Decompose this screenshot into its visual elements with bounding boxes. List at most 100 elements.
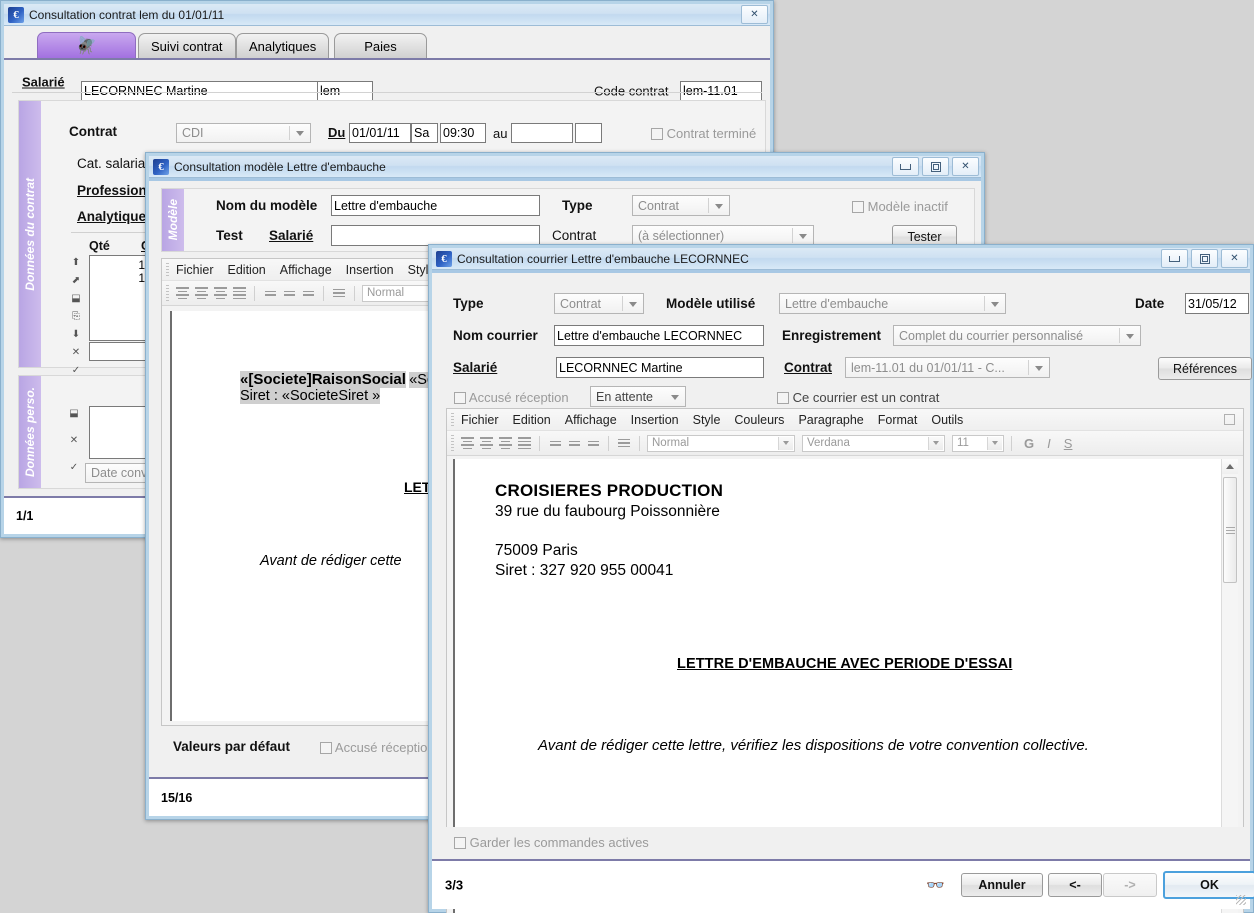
au-day-field[interactable]	[575, 123, 602, 143]
align-center-icon[interactable]	[478, 436, 494, 451]
test-salarie-label[interactable]: Salarié	[269, 228, 313, 243]
qte-input[interactable]	[89, 342, 149, 361]
ce-courrier-contrat-row[interactable]: Ce courrier est un contrat	[777, 390, 939, 405]
maximize-icon[interactable]	[922, 157, 949, 176]
menu-edition[interactable]: Edition	[513, 413, 551, 427]
nom-modele-field[interactable]: Lettre d'embauche	[331, 195, 540, 216]
duplicate-icon[interactable]: ⎘	[71, 311, 81, 322]
code-contrat-field[interactable]: lem-11.01	[680, 81, 762, 101]
menu-fichier[interactable]: Fichier	[176, 263, 214, 277]
drag-grip[interactable]	[451, 435, 454, 451]
test-contrat-select[interactable]: (à sélectionner)	[632, 225, 814, 246]
menu-affichage[interactable]: Affichage	[565, 413, 617, 427]
contrat-label[interactable]: Contrat	[784, 360, 832, 375]
accuse-reception-checkbox[interactable]	[454, 392, 466, 404]
drag-grip[interactable]	[451, 413, 454, 426]
validate-icon[interactable]: ✓	[69, 462, 79, 473]
ce-courrier-contrat-checkbox[interactable]	[777, 392, 789, 404]
contrat-termine-row[interactable]: Contrat terminé	[651, 126, 756, 141]
accuse-reception-row[interactable]: Accusé réception	[454, 390, 569, 405]
vtab-donnees-contrat[interactable]: Données du contrat	[19, 101, 41, 367]
menu-fichier[interactable]: Fichier	[461, 413, 499, 427]
line-spacing-1-icon[interactable]	[547, 436, 563, 451]
maximize-icon[interactable]	[1191, 249, 1218, 268]
font-combo-front[interactable]: Verdana	[802, 434, 945, 452]
window-consultation-courrier[interactable]: € Consultation courrier Lettre d'embauch…	[428, 244, 1254, 913]
contrat-type-select[interactable]: CDI	[176, 123, 311, 143]
garder-commandes-row[interactable]: Garder les commandes actives	[454, 835, 649, 850]
chevron-down-icon[interactable]	[987, 436, 1002, 450]
editor-menubar-front[interactable]: Fichier Edition Affichage Insertion Styl…	[447, 409, 1243, 431]
au-date-field[interactable]	[511, 123, 573, 143]
titlebar-mid[interactable]: € Consultation modèle Lettre d'embauche …	[149, 156, 981, 178]
test-salarie-field[interactable]	[331, 225, 540, 246]
tab-general[interactable]: 🪰	[37, 32, 136, 58]
salarie-label[interactable]: Salarié	[453, 360, 497, 375]
contrat-select[interactable]: lem-11.01 du 01/01/11 - C...	[845, 357, 1050, 378]
vtab-donnees-perso[interactable]: Données perso.	[19, 376, 41, 488]
style-combo-front[interactable]: Normal	[647, 434, 795, 452]
analytique-label[interactable]: Analytique	[77, 209, 146, 224]
line-spacing-15-icon[interactable]	[281, 286, 297, 301]
line-spacing-15-icon[interactable]	[566, 436, 582, 451]
references-button[interactable]: Références	[1158, 357, 1252, 380]
close-icon[interactable]: ✕	[741, 5, 768, 24]
du-date-field[interactable]: 01/01/11	[349, 123, 411, 143]
align-justify-icon[interactable]	[516, 436, 532, 451]
delete-icon[interactable]: ✕	[71, 347, 81, 358]
titlebar-front[interactable]: € Consultation courrier Lettre d'embauch…	[432, 248, 1250, 270]
add-icon[interactable]: ⬓	[69, 408, 79, 419]
salarie-field[interactable]: LECORNNEC Martine	[81, 81, 321, 101]
glasses-icon[interactable]: 👓	[926, 876, 945, 894]
chevron-down-icon[interactable]	[778, 436, 793, 450]
menu-format[interactable]: Format	[878, 413, 918, 427]
move-up-icon[interactable]: ⬆	[71, 257, 81, 268]
minimize-icon[interactable]	[1161, 249, 1188, 268]
type-select[interactable]: Contrat	[632, 195, 730, 216]
move-prev-icon[interactable]: ⬈	[71, 275, 81, 286]
delete-icon[interactable]: ✕	[69, 435, 79, 446]
underline-icon[interactable]: S	[1064, 436, 1073, 451]
menu-couleurs[interactable]: Couleurs	[734, 413, 784, 427]
accuse-reception-row-mid[interactable]: Accusé réceptio	[320, 740, 427, 755]
modele-inactif-row[interactable]: Modèle inactif	[852, 199, 948, 214]
tab-analytiques[interactable]: Analytiques	[236, 33, 330, 59]
contrat-termine-checkbox[interactable]	[651, 128, 663, 140]
editor-toolbar-front[interactable]: Normal Verdana 11 G I S	[447, 431, 1243, 456]
align-right-icon[interactable]	[212, 286, 228, 301]
close-icon[interactable]: ✕	[952, 157, 979, 176]
next-button[interactable]: ->	[1103, 873, 1157, 897]
drag-grip[interactable]	[166, 285, 169, 301]
add-icon[interactable]: ⬓	[71, 293, 81, 304]
titlebar-back[interactable]: € Consultation contrat lem du 01/01/11 ✕	[4, 4, 770, 26]
align-justify-icon[interactable]	[231, 286, 247, 301]
close-icon[interactable]: ✕	[1221, 249, 1248, 268]
profession-label[interactable]: Profession	[77, 183, 147, 198]
du-day-field[interactable]: Sa	[411, 123, 438, 143]
line-spacing-1-icon[interactable]	[262, 286, 278, 301]
du-time-field[interactable]: 09:30	[440, 123, 486, 143]
align-center-icon[interactable]	[193, 286, 209, 301]
cancel-button[interactable]: Annuler	[961, 873, 1043, 897]
menu-insertion[interactable]: Insertion	[631, 413, 679, 427]
scroll-up-icon[interactable]	[1222, 459, 1238, 474]
align-left-icon[interactable]	[459, 436, 475, 451]
bullet-list-icon[interactable]	[331, 286, 347, 301]
perso-tools[interactable]: ⬓ ✕ ✓	[69, 408, 83, 473]
chevron-down-icon[interactable]	[928, 436, 943, 450]
align-left-icon[interactable]	[174, 286, 190, 301]
modele-utilise-select[interactable]: Lettre d'embauche	[779, 293, 1006, 314]
accuse-statut-dropdown[interactable]: En attente	[590, 386, 686, 407]
enregistrement-select[interactable]: Complet du courrier personnalisé	[893, 325, 1141, 346]
size-combo-front[interactable]: 11	[952, 434, 1004, 452]
resize-grip[interactable]	[1236, 895, 1246, 905]
menu-edition[interactable]: Edition	[228, 263, 266, 277]
move-down-icon[interactable]: ⬇	[71, 329, 81, 340]
line-spacing-2-icon[interactable]	[585, 436, 601, 451]
italic-icon[interactable]: I	[1047, 436, 1051, 451]
minimize-icon[interactable]	[892, 157, 919, 176]
menu-style[interactable]: Style	[693, 413, 721, 427]
nom-courrier-field[interactable]: Lettre d'embauche LECORNNEC	[554, 325, 764, 346]
bullet-list-icon[interactable]	[616, 436, 632, 451]
modele-inactif-checkbox[interactable]	[852, 201, 864, 213]
